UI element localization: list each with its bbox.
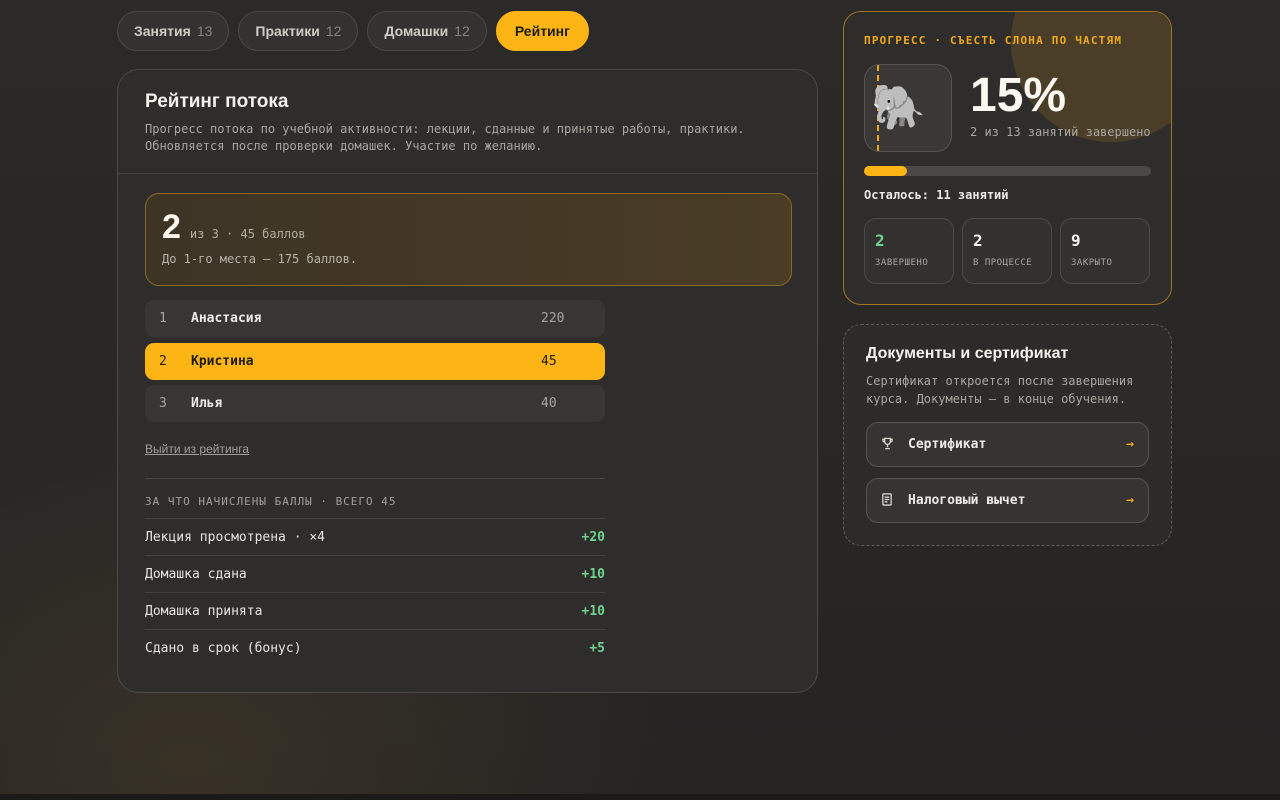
leaderboard-name: Кристина [191,353,254,369]
elephant-illustration: 🐘 [864,64,952,152]
progress-label: ПРОГРЕСС · СЪЕСТЬ СЛОНА ПО ЧАСТЯМ [864,34,1123,47]
stat-value: 2 [973,231,983,250]
tab-bar: Занятия 13 Практики 12 Домашки 12 Рейтин… [117,11,589,51]
documents-card: Документы и сертификат Сертификат открое… [843,324,1172,546]
tab-count: 13 [196,23,213,39]
gap-to-first: До 1-го места — 175 баллов. [162,252,358,266]
tab-label: Практики [255,23,320,39]
tab-homework[interactable]: Домашки 12 [367,11,487,51]
breakdown-row: Сдано в срок (бонус) +5 [145,630,605,667]
breakdown-points: +20 [581,529,605,545]
stat-value: 2 [875,231,885,250]
tab-practices[interactable]: Практики 12 [238,11,359,51]
breakdown-label: Лекция просмотрена · ×4 [145,529,326,545]
leave-rating-link[interactable]: Выйти из рейтинга [145,442,249,456]
breakdown-row: Лекция просмотрена · ×4 +20 [145,519,605,556]
stat-label: ЗАВЕРШЕНО [875,258,929,268]
leaderboard-points: 220 [541,311,565,326]
breakdown-label: Домашка сдана [145,566,247,582]
progress-bar-fill [864,166,908,176]
stat-label: ЗАКРЫТО [1071,258,1113,268]
documents-description: Сертификат откроется после завершения ку… [866,374,1134,406]
leaderboard-rank: 2 [159,353,167,369]
tax-deduction-button[interactable]: Налоговый вычет → [866,478,1149,523]
stat-in-progress: 2 В ПРОЦЕССЕ [962,218,1052,284]
tab-rating[interactable]: Рейтинг [495,11,589,51]
leaderboard-rank: 3 [159,396,167,411]
tab-label: Домашки [384,23,449,39]
rating-description: Прогресс потока по учебной активности: л… [145,122,745,153]
stat-closed: 9 ЗАКРЫТО [1060,218,1150,284]
breakdown-points: +5 [589,641,605,656]
tab-count: 12 [454,23,470,39]
breakdown-points: +10 [581,566,605,582]
breakdown-title: ЗА ЧТО НАЧИСЛЕНЫ БАЛЛЫ · ВСЕГО 45 [145,479,605,519]
tab-count: 12 [325,23,342,39]
certificate-label: Сертификат [908,437,987,452]
breakdown-label: Сдано в срок (бонус) [145,641,302,656]
leaderboard-points: 45 [541,353,557,369]
progress-bar [864,166,1151,176]
bottom-bar [0,794,1280,800]
leaderboard-rank: 1 [159,311,167,326]
leaderboard-points: 40 [541,396,557,411]
progress-stats: 2 ЗАВЕРШЕНО 2 В ПРОЦЕССЕ 9 ЗАКРЫТО [864,218,1150,284]
leaderboard: 1 Анастасия 220 2 Кристина 45 3 Илья 40 [145,300,605,428]
arrow-right-icon: → [1126,493,1134,508]
my-place-meta: из 3 · 45 баллов [189,227,306,241]
rating-panel: Рейтинг потока Прогресс потока по учебно… [117,69,818,693]
breakdown-row: Домашка принята +10 [145,593,605,630]
leaderboard-row: 3 Илья 40 [145,385,605,422]
breakdown-row: Домашка сдана +10 [145,556,605,593]
elephant-icon: 🐘 [871,83,926,132]
stat-completed: 2 ЗАВЕРШЕНО [864,218,954,284]
progress-percent: 15% [970,69,1067,122]
stat-value: 9 [1071,231,1081,250]
breakdown-label: Домашка принята [145,603,263,619]
rating-header: Рейтинг потока Прогресс потока по учебно… [118,70,817,174]
breakdown-points: +10 [581,603,605,619]
my-standing-card: 2 из 3 · 45 баллов До 1-го места — 175 б… [145,193,792,286]
documents-title: Документы и сертификат [866,345,1069,362]
progress-subtitle: 2 из 13 занятий завершено [970,125,1151,139]
tab-lessons[interactable]: Занятия 13 [117,11,230,51]
tab-label: Занятия [134,23,191,39]
progress-card: ПРОГРЕСС · СЪЕСТЬ СЛОНА ПО ЧАСТЯМ 🐘 15% … [843,11,1172,305]
points-breakdown: ЗА ЧТО НАЧИСЛЕНЫ БАЛЛЫ · ВСЕГО 45 Лекция… [145,478,605,667]
leaderboard-row-current-user: 2 Кристина 45 [145,342,605,380]
trophy-icon [881,437,908,453]
leaderboard-name: Анастасия [191,311,262,326]
page-title: Рейтинг потока [145,91,289,112]
stat-label: В ПРОЦЕССЕ [973,258,1033,268]
leaderboard-row: 1 Анастасия 220 [145,300,605,337]
my-place: 2 [162,208,181,246]
tab-label: Рейтинг [514,23,570,39]
tax-deduction-label: Налоговый вычет [908,493,1026,508]
arrow-right-icon: → [1126,437,1134,452]
certificate-button[interactable]: Сертификат → [866,422,1149,467]
document-icon [881,492,908,509]
progress-remaining: Осталось: 11 занятий [864,188,1009,202]
leaderboard-name: Илья [191,396,223,411]
